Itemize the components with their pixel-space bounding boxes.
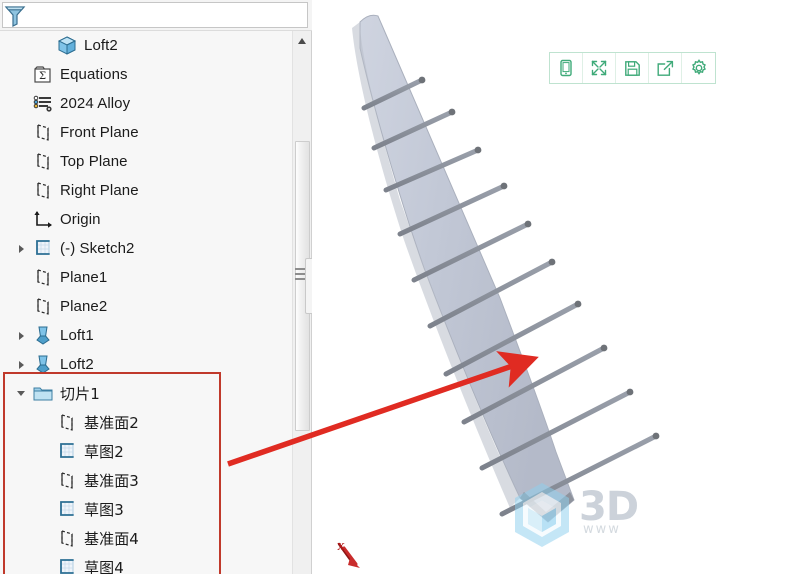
axis-x-label: X: [337, 541, 345, 553]
material-icon: [30, 91, 56, 117]
filter-bar: [0, 0, 312, 31]
gear-icon[interactable]: [682, 53, 715, 83]
plane-icon: [30, 294, 56, 320]
tree-item-label: Right Plane: [60, 182, 139, 199]
3d-viewport[interactable]: X 3D www: [312, 0, 793, 574]
tree-item-label: 基准面4: [84, 530, 139, 548]
feature-tree-panel: Loft2 Σ Equations 2024 Alloy Front Plane Top …: [0, 0, 312, 574]
tree-twisty-spacer: [14, 205, 30, 234]
tree-item-label: Equations: [60, 66, 128, 83]
plane-icon: [30, 120, 56, 146]
sketch-icon: [54, 497, 80, 523]
equations-icon: Σ: [30, 62, 56, 88]
tree-item-label: Loft2: [60, 356, 94, 373]
plane-icon: [30, 265, 56, 291]
tree-item-10[interactable]: Plane2: [0, 292, 292, 321]
loft-feature-icon: [30, 323, 56, 349]
tree-item-label: 基准面3: [84, 472, 139, 490]
tree-item-17[interactable]: 草图3: [0, 495, 292, 524]
loft-feature-icon: [30, 352, 56, 378]
tree-item-12[interactable]: Loft2: [0, 350, 292, 379]
folder-icon: [30, 381, 56, 407]
hex-cube-logo-icon: [515, 483, 569, 547]
tree-item-9[interactable]: Plane1: [0, 263, 292, 292]
tree-item-label: 草图4: [84, 559, 124, 574]
scroll-up-arrow-icon[interactable]: [293, 31, 311, 49]
plane-icon: [30, 178, 56, 204]
tree-item-14[interactable]: 基准面2: [0, 408, 292, 437]
solidworks-like-app: Loft2 Σ Equations 2024 Alloy Front Plane Top …: [0, 0, 793, 574]
tree-item-3[interactable]: 2024 Alloy: [0, 89, 292, 118]
tree-item-11[interactable]: Loft1: [0, 321, 292, 350]
fullscreen-icon[interactable]: [583, 53, 616, 83]
tree-item-label: Front Plane: [60, 124, 139, 141]
sketch-icon: [54, 555, 80, 574]
sketch-icon: [54, 439, 80, 465]
plane-icon: [30, 149, 56, 175]
plane-icon: [54, 526, 80, 552]
tree-item-6[interactable]: Right Plane: [0, 176, 292, 205]
tree-twisty-spacer: [14, 118, 30, 147]
tree-twisty-spacer: [38, 437, 54, 466]
tree-item-label: (-) Sketch2: [60, 240, 135, 257]
tree-twisty-expanded-icon[interactable]: [14, 379, 30, 408]
tree-twisty-collapsed-icon[interactable]: [14, 321, 30, 350]
tree-item-label: 切片1: [60, 385, 100, 403]
viewport-mini-toolbar[interactable]: [549, 52, 716, 84]
watermark-subtext: www: [583, 522, 621, 537]
tree-item-5[interactable]: Top Plane: [0, 147, 292, 176]
tree-item-13[interactable]: 切片1: [0, 379, 292, 408]
tree-twisty-spacer: [14, 89, 30, 118]
tree-item-8[interactable]: (-) Sketch2: [0, 234, 292, 263]
tree-twisty-spacer: [38, 553, 54, 574]
save-icon[interactable]: [616, 53, 649, 83]
tree-twisty-spacer: [14, 176, 30, 205]
tree-item-1[interactable]: Loft2: [0, 31, 292, 60]
tree-item-4[interactable]: Front Plane: [0, 118, 292, 147]
origin-icon: [30, 207, 56, 233]
tree-item-label: Loft2: [84, 37, 118, 54]
tree-item-19[interactable]: 草图4: [0, 553, 292, 574]
tree-twisty-spacer: [14, 292, 30, 321]
filter-input[interactable]: [2, 2, 308, 28]
tree-item-label: Plane2: [60, 298, 108, 315]
tree-item-label: Origin: [60, 211, 101, 228]
tree-item-15[interactable]: 草图2: [0, 437, 292, 466]
share-export-icon[interactable]: [649, 53, 682, 83]
tree-twisty-spacer: [38, 524, 54, 553]
tree-twisty-spacer: [14, 147, 30, 176]
tree-twisty-collapsed-icon[interactable]: [14, 350, 30, 379]
tree-item-2[interactable]: Σ Equations: [0, 60, 292, 89]
tree-item-label: Loft1: [60, 327, 94, 344]
watermark: 3D www: [507, 478, 717, 552]
mobile-view-icon[interactable]: [550, 53, 583, 83]
solid-body-icon: [54, 33, 80, 59]
feature-tree-list[interactable]: Loft2 Σ Equations 2024 Alloy Front Plane Top …: [0, 31, 292, 574]
tree-twisty-collapsed-icon[interactable]: [14, 234, 30, 263]
tree-item-16[interactable]: 基准面3: [0, 466, 292, 495]
tree-twisty-spacer: [38, 495, 54, 524]
filter-funnel-icon[interactable]: [4, 4, 26, 28]
tree-item-label: Top Plane: [60, 153, 128, 170]
tree-twisty-spacer: [14, 60, 30, 89]
tree-twisty-spacer: [38, 466, 54, 495]
tree-item-label: 2024 Alloy: [60, 95, 131, 112]
svg-text:Σ: Σ: [39, 71, 46, 82]
tree-item-18[interactable]: 基准面4: [0, 524, 292, 553]
tree-item-label: 草图3: [84, 501, 124, 519]
tree-item-7[interactable]: Origin: [0, 205, 292, 234]
tree-twisty-spacer: [38, 408, 54, 437]
tree-item-label: 草图2: [84, 443, 124, 461]
plane-icon: [54, 468, 80, 494]
tree-item-label: 基准面2: [84, 414, 139, 432]
plane-icon: [54, 410, 80, 436]
sketch-icon: [30, 236, 56, 262]
tree-twisty-spacer: [14, 263, 30, 292]
tree-twisty-spacer: [38, 31, 54, 60]
tree-item-label: Plane1: [60, 269, 108, 286]
